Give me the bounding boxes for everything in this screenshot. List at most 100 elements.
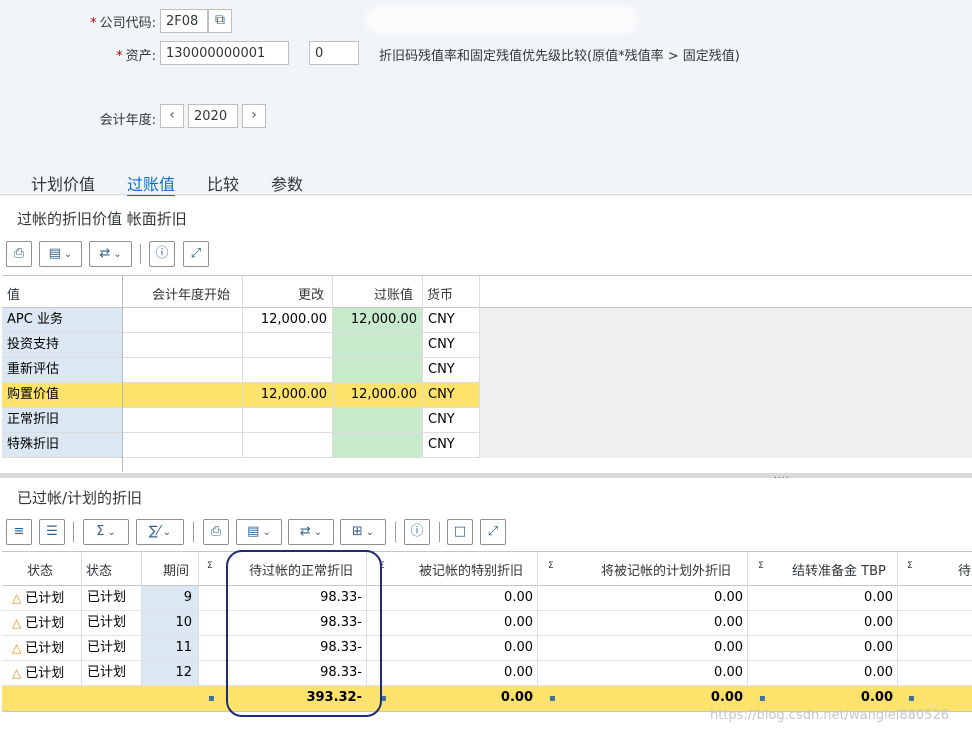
fullscreen-icon[interactable]: ⤢	[183, 241, 209, 267]
status2-cell: 已计划	[81, 586, 141, 611]
warning-triangle-icon: △	[12, 616, 22, 630]
unplanned-depreciation-cell: 0.00	[538, 586, 747, 611]
info-icon[interactable]: ⓘ	[149, 241, 175, 267]
splitter-handle-icon[interactable]: ....	[774, 471, 789, 481]
asset-subnumber-field[interactable]: 0	[309, 41, 359, 65]
annotation-highlight-ring	[226, 550, 382, 717]
column-header-change[interactable]: 更改	[298, 284, 324, 303]
posted-cell: 12,000.00	[333, 308, 423, 333]
company-code-field[interactable]: 2F08	[160, 9, 208, 33]
tab-divider	[0, 194, 972, 195]
table-row-highlighted[interactable]: 购置价值 12,000.00 12,000.00 CNY	[2, 383, 480, 408]
table-row[interactable]: 正常折旧 CNY	[2, 408, 480, 433]
view-settings-icon[interactable]: ⊞ ⌄	[340, 519, 386, 545]
tab-posted-values[interactable]: 过账值	[127, 171, 176, 196]
row-label: 重新评估	[2, 358, 123, 383]
column-header-period[interactable]: 期间	[163, 560, 189, 579]
print-icon[interactable]: ⎙	[6, 241, 32, 267]
unplanned-depreciation-cell: 0.00	[538, 611, 747, 636]
special-depreciation-cell: 0.00	[367, 661, 537, 686]
posted-values-grid: 值 会计年度开始 更改 过账值 货币 APC 业务 12,000.00 12,0…	[2, 275, 972, 472]
column-header-unplanned-depreciation[interactable]: 将被记帐的计划外折旧	[601, 560, 731, 579]
sum-indicator-icon: Σ	[207, 561, 213, 571]
value-help-icon[interactable]: ⧉	[208, 9, 232, 33]
splitter-bar[interactable]	[0, 473, 972, 478]
posted-cell: 12,000.00	[333, 383, 423, 408]
posted-values-section-title: 过帐的折旧价值 帐面折旧	[17, 210, 187, 228]
fiscal-year-field[interactable]: 2020	[188, 104, 238, 128]
tab-planned-values[interactable]: 计划价值	[31, 171, 95, 196]
fullscreen-icon[interactable]: ⤢	[480, 519, 506, 545]
grid-header: 状态 状态 期间 Σ 待过帐的正常折旧 Σ 被记帐的特别折旧 Σ 将被记帐的计划…	[2, 552, 972, 586]
frozen-column-divider	[122, 276, 123, 472]
asset-number-field[interactable]: 130000000001	[160, 41, 289, 65]
table-row[interactable]: △ 已计划 已计划 9 98.33- 0.00 0.00 0.00	[2, 586, 972, 611]
select-layout-icon[interactable]: □	[447, 519, 473, 545]
unplanned-depreciation-cell: 0.00	[538, 636, 747, 661]
status-cell: △ 已计划	[2, 636, 81, 661]
sum-marker-icon: ▪	[908, 693, 915, 704]
company-code-label: * 公司代码:	[90, 16, 156, 31]
depreciation-section-title: 已过帐/计划的折旧	[17, 489, 143, 507]
sum-indicator-icon: Σ	[758, 561, 764, 571]
layout-icon[interactable]: ⇄ ⌄	[89, 241, 132, 267]
row-label: 正常折旧	[2, 408, 123, 433]
table-row[interactable]: △ 已计划 已计划 10 98.33- 0.00 0.00 0.00	[2, 611, 972, 636]
column-header-posted[interactable]: 过账值	[374, 284, 413, 303]
currency-cell: CNY	[423, 358, 480, 383]
period-cell: 12	[142, 661, 198, 686]
column-header-truncated[interactable]: 待	[958, 560, 971, 579]
truncated-cell	[898, 636, 972, 661]
year-start-cell	[123, 433, 243, 458]
change-cell: 12,000.00	[243, 308, 333, 333]
column-header-status[interactable]: 状态	[27, 560, 53, 579]
tab-parameters[interactable]: 参数	[271, 171, 303, 196]
sum-icon[interactable]: Σ ⌄	[83, 519, 129, 545]
subtotal-icon[interactable]: ∑⁄ ⌄	[136, 519, 184, 545]
depreciation-grid: 状态 状态 期间 Σ 待过帐的正常折旧 Σ 被记帐的特别折旧 Σ 将被记帐的计划…	[2, 551, 972, 712]
table-row[interactable]: APC 业务 12,000.00 12,000.00 CNY	[2, 308, 480, 333]
next-year-button[interactable]: ›	[242, 104, 266, 128]
sum-indicator-icon: Σ	[548, 561, 554, 571]
table-row[interactable]: 特殊折旧 CNY	[2, 433, 480, 458]
print-icon[interactable]: ⎙	[203, 519, 229, 545]
period-cell: 9	[142, 586, 198, 611]
total-special-depreciation: 0.00	[500, 690, 533, 705]
table-row[interactable]: 重新评估 CNY	[2, 358, 480, 383]
status2-cell: 已计划	[81, 661, 141, 686]
warning-triangle-icon: △	[12, 591, 22, 605]
layout-icon[interactable]: ⇄ ⌄	[288, 519, 334, 545]
export-icon[interactable]: ▤ ⌄	[236, 519, 282, 545]
column-header-status2[interactable]: 状态	[86, 560, 112, 579]
table-row[interactable]: 投资支持 CNY	[2, 333, 480, 358]
truncated-cell	[898, 611, 972, 636]
row-label: 购置价值	[2, 383, 123, 408]
currency-cell: CNY	[423, 433, 480, 458]
status2-cell: 已计划	[81, 636, 141, 661]
posted-cell	[333, 358, 423, 383]
year-start-cell	[123, 383, 243, 408]
currency-cell: CNY	[423, 308, 480, 333]
column-header-value[interactable]: 值	[7, 284, 20, 303]
special-depreciation-cell: 0.00	[367, 586, 537, 611]
special-depreciation-cell: 0.00	[367, 636, 537, 661]
status-text: 已计划	[25, 616, 65, 631]
change-cell: 12,000.00	[243, 383, 333, 408]
tab-comparison[interactable]: 比较	[207, 171, 239, 196]
column-header-special-depreciation[interactable]: 被记帐的特别折旧	[419, 560, 523, 579]
table-row[interactable]: △ 已计划 已计划 12 98.33- 0.00 0.00 0.00	[2, 661, 972, 686]
previous-year-button[interactable]: ‹	[160, 104, 184, 128]
unplanned-depreciation-cell: 0.00	[538, 661, 747, 686]
warning-triangle-icon: △	[12, 666, 22, 680]
warning-triangle-icon: △	[12, 641, 22, 655]
filter-icon[interactable]: ☰	[39, 519, 65, 545]
period-cell: 10	[142, 611, 198, 636]
table-row[interactable]: △ 已计划 已计划 11 98.33- 0.00 0.00 0.00	[2, 636, 972, 661]
info-icon[interactable]: ⓘ	[404, 519, 430, 545]
redacted-area	[370, 11, 632, 29]
column-header-reserve-transfer[interactable]: 结转准备金 TBP	[792, 560, 886, 579]
export-icon[interactable]: ▤ ⌄	[39, 241, 82, 267]
column-header-year-start[interactable]: 会计年度开始	[152, 284, 230, 303]
sort-ascending-icon[interactable]: ≡	[6, 519, 32, 545]
column-header-currency[interactable]: 货币	[427, 284, 453, 303]
